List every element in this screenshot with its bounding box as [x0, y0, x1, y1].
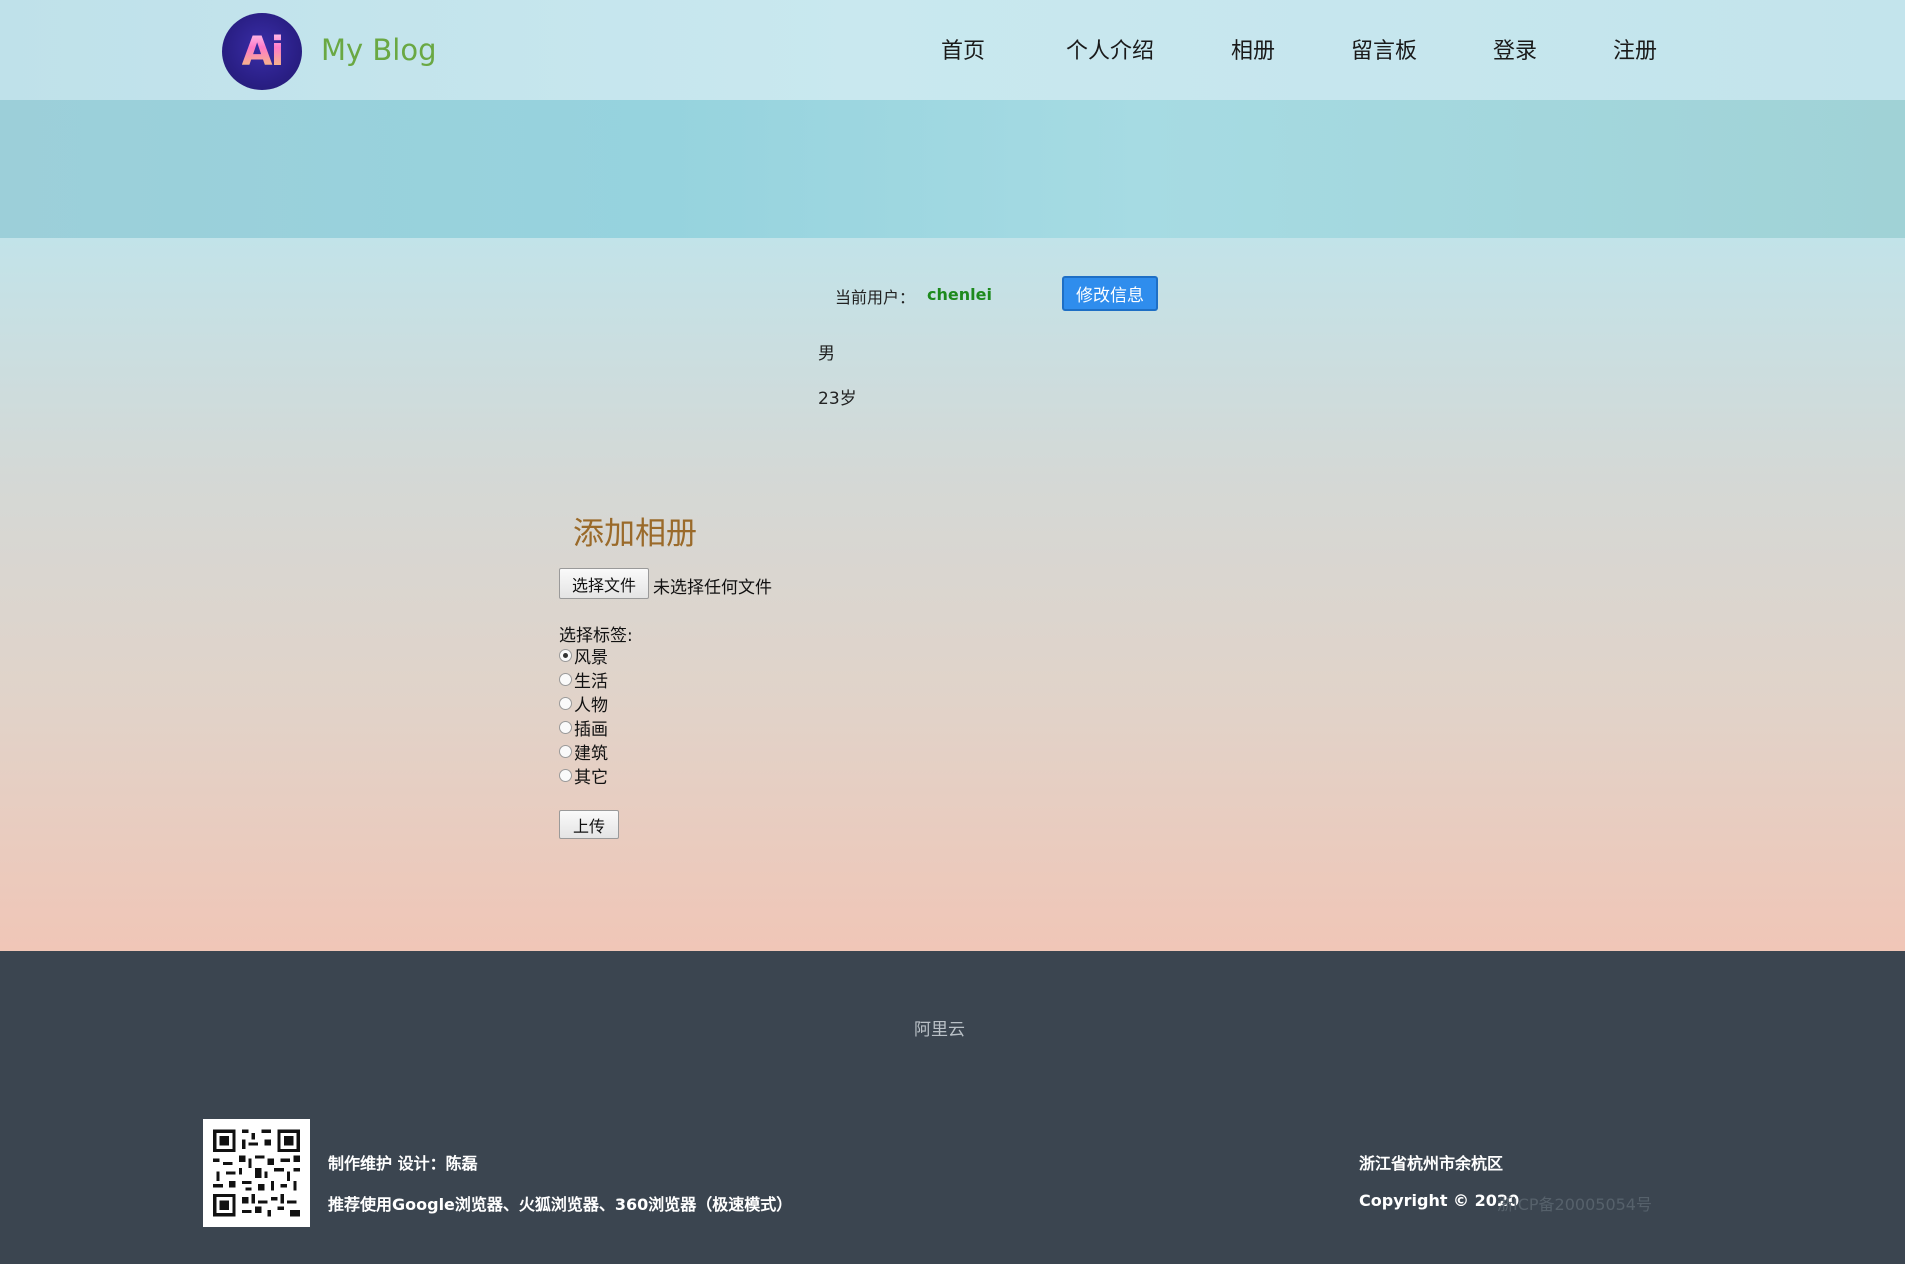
tag-option-people[interactable]: 人物 [559, 691, 608, 716]
nav-login[interactable]: 登录 [1493, 33, 1537, 65]
nav-guestbook[interactable]: 留言板 [1351, 33, 1417, 65]
nav-home[interactable]: 首页 [941, 33, 985, 65]
copyright: Copyright © 2020 [1359, 1191, 1520, 1210]
radio-button[interactable] [559, 672, 572, 686]
header: Ai My Blog 首页 个人介绍 相册 留言板 登录 注册 [0, 0, 1905, 100]
design-credit: 制作维护 设计：陈磊 [328, 1154, 478, 1173]
nav-register[interactable]: 注册 [1613, 33, 1657, 65]
tag-option-label: 建筑 [574, 743, 608, 764]
radio-button[interactable] [559, 696, 572, 710]
tag-option-architecture[interactable]: 建筑 [559, 739, 608, 764]
tag-radio-group: 风景 生活 人物 插画 建筑 其它 [559, 643, 608, 788]
tag-option-other[interactable]: 其它 [559, 763, 608, 788]
tag-option-label: 风景 [574, 647, 608, 668]
scrollbar-track[interactable] [1905, 0, 1922, 1264]
edit-info-button[interactable]: 修改信息 [1062, 276, 1158, 311]
radio-button[interactable] [559, 744, 572, 758]
qr-code-icon [203, 1119, 310, 1227]
nav-about[interactable]: 个人介绍 [1066, 33, 1154, 65]
banner [0, 100, 1905, 238]
main-nav: 首页 个人介绍 相册 留言板 登录 注册 [0, 33, 1905, 67]
nav-album[interactable]: 相册 [1231, 33, 1275, 65]
radio-button[interactable] [559, 648, 572, 662]
tag-option-illustration[interactable]: 插画 [559, 715, 608, 740]
current-username: chenlei [927, 285, 992, 304]
tag-option-label: 人物 [574, 695, 608, 716]
tag-option-label: 插画 [574, 719, 608, 740]
add-album-heading: 添加相册 [573, 516, 697, 552]
aliyun-link[interactable]: 阿里云 [914, 1015, 965, 1040]
user-age: 23岁 [818, 389, 857, 409]
tag-option-life[interactable]: 生活 [559, 667, 608, 692]
radio-button[interactable] [559, 720, 572, 734]
tag-option-label: 生活 [574, 671, 608, 692]
page: Ai My Blog 首页 个人介绍 相册 留言板 登录 注册 当前用户： ch… [0, 0, 1905, 1264]
current-user-label: 当前用户： [835, 288, 916, 307]
choose-file-button[interactable]: 选择文件 [559, 568, 649, 599]
file-status: 未选择任何文件 [653, 578, 772, 598]
radio-button[interactable] [559, 768, 572, 782]
footer: 阿里云 制作维护 设计：陈磊 推荐使用Google浏览器、火狐浏览器、360浏览… [0, 951, 1905, 1264]
main-content: 当前用户： chenlei 修改信息 男 23岁 添加相册 选择文件 未选择任何… [0, 238, 1905, 951]
tag-option-landscape[interactable]: 风景 [559, 643, 608, 668]
tag-option-label: 其它 [574, 767, 608, 788]
browser-recommendation: 推荐使用Google浏览器、火狐浏览器、360浏览器（极速模式） [328, 1195, 793, 1214]
icp-license-link[interactable]: 浙ICP备20005054号 [1497, 1191, 1652, 1215]
address: 浙江省杭州市余杭区 [1359, 1154, 1504, 1173]
user-gender: 男 [818, 344, 835, 364]
upload-button[interactable]: 上传 [559, 810, 619, 839]
